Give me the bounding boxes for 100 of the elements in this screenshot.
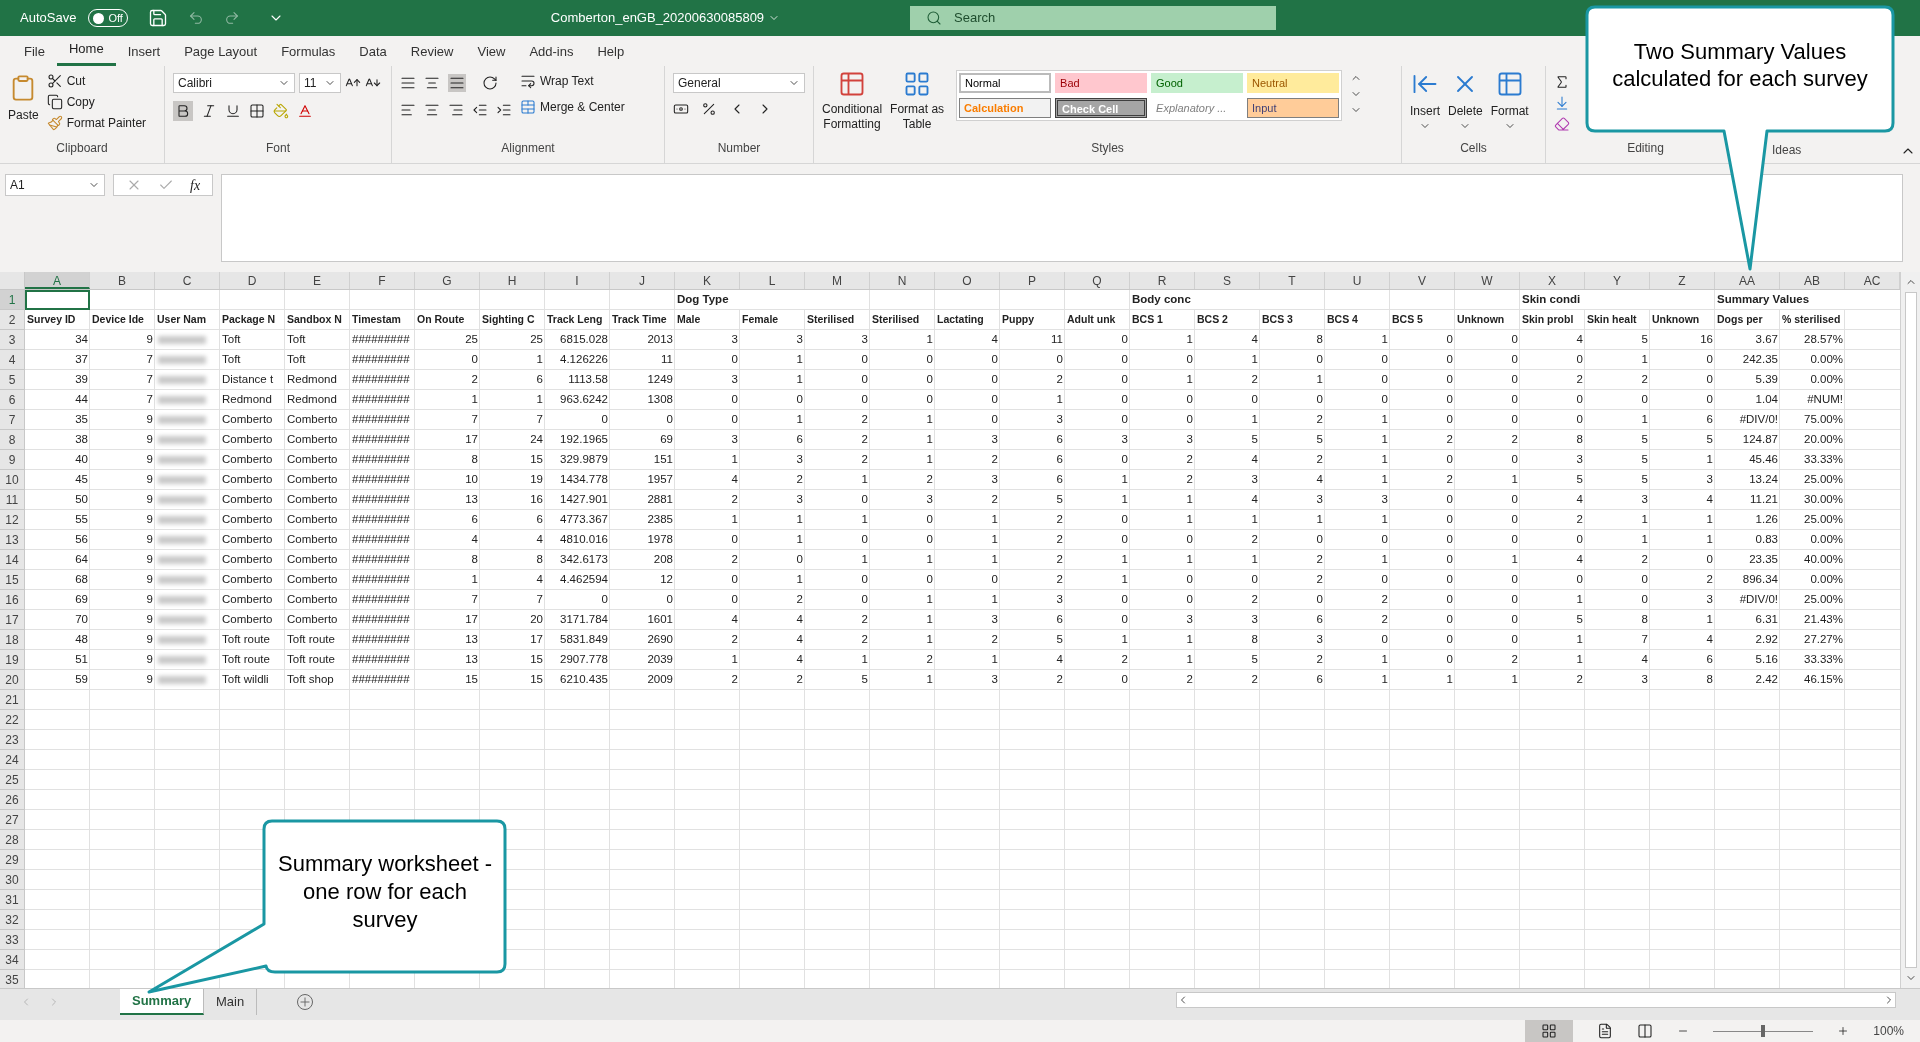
- eraser-icon[interactable]: [1554, 116, 1570, 132]
- menu-tab[interactable]: Review: [398, 41, 466, 66]
- fill-color-icon[interactable]: [273, 103, 289, 119]
- currency-icon[interactable]: [673, 101, 689, 117]
- column-header[interactable]: A: [25, 272, 90, 289]
- zoom-slider-thumb[interactable]: [1761, 1025, 1766, 1037]
- column-header[interactable]: E: [285, 272, 350, 289]
- row-header[interactable]: 15: [0, 570, 25, 590]
- row-header[interactable]: 11: [0, 490, 25, 510]
- column-header[interactable]: J: [610, 272, 675, 289]
- column-header[interactable]: I: [545, 272, 610, 289]
- cell-style-swatch[interactable]: Good: [1151, 73, 1244, 93]
- column-header[interactable]: N: [870, 272, 935, 289]
- row-header[interactable]: 7: [0, 410, 25, 430]
- top-align-icon[interactable]: [400, 75, 416, 91]
- menu-tab[interactable]: Insert: [115, 41, 173, 66]
- column-header[interactable]: V: [1390, 272, 1455, 289]
- column-header[interactable]: AA: [1715, 272, 1780, 289]
- column-header[interactable]: R: [1130, 272, 1195, 289]
- row-header[interactable]: 28: [0, 830, 25, 850]
- row-header[interactable]: 30: [0, 870, 25, 890]
- menu-tab[interactable]: Data: [347, 41, 399, 66]
- sheet-tab[interactable]: Main: [204, 989, 258, 1015]
- row-header[interactable]: 24: [0, 750, 25, 770]
- row-header[interactable]: 34: [0, 950, 25, 970]
- column-header[interactable]: Z: [1650, 272, 1715, 289]
- cells-button[interactable]: Insert: [1410, 70, 1440, 132]
- row-header[interactable]: 19: [0, 650, 25, 670]
- row-header[interactable]: 17: [0, 610, 25, 630]
- row-header[interactable]: 22: [0, 710, 25, 730]
- menu-tab[interactable]: Add-ins: [517, 41, 586, 66]
- column-header[interactable]: H: [480, 272, 545, 289]
- cell-style-swatch[interactable]: Normal: [959, 73, 1052, 93]
- font-color-icon[interactable]: [297, 103, 313, 119]
- row-header[interactable]: 3: [0, 330, 25, 350]
- row-header[interactable]: 14: [0, 550, 25, 570]
- column-header[interactable]: O: [935, 272, 1000, 289]
- borders-icon[interactable]: [249, 103, 265, 119]
- sheet-tab[interactable]: Summary: [120, 989, 204, 1015]
- column-header[interactable]: Q: [1065, 272, 1130, 289]
- bold-button[interactable]: [173, 101, 193, 121]
- row-header[interactable]: 12: [0, 510, 25, 530]
- font-name-dropdown[interactable]: Calibri: [173, 73, 295, 93]
- row-header[interactable]: 2: [0, 310, 25, 330]
- number-format-dropdown[interactable]: General: [673, 73, 805, 93]
- menu-tab[interactable]: Help: [585, 41, 637, 66]
- align-left-icon[interactable]: [400, 102, 416, 118]
- column-header[interactable]: G: [415, 272, 480, 289]
- fill-down-icon[interactable]: [1554, 95, 1570, 111]
- column-header[interactable]: M: [805, 272, 870, 289]
- column-header[interactable]: T: [1260, 272, 1325, 289]
- row-header[interactable]: 23: [0, 730, 25, 750]
- copy-button[interactable]: Copy: [46, 93, 147, 111]
- decrease-indent-icon[interactable]: [472, 102, 488, 118]
- column-header[interactable]: D: [220, 272, 285, 289]
- row-header[interactable]: 18: [0, 630, 25, 650]
- column-header[interactable]: B: [90, 272, 155, 289]
- zoom-in-icon[interactable]: [1837, 1025, 1850, 1037]
- cell-style-swatch[interactable]: Bad: [1055, 73, 1148, 93]
- row-header[interactable]: 27: [0, 810, 25, 830]
- column-header[interactable]: S: [1195, 272, 1260, 289]
- row-header[interactable]: 25: [0, 770, 25, 790]
- selected-cell[interactable]: [25, 290, 90, 310]
- row-header[interactable]: 16: [0, 590, 25, 610]
- row-header[interactable]: 9: [0, 450, 25, 470]
- wrap-text-button[interactable]: Wrap Text: [520, 72, 625, 90]
- cells-button[interactable]: Delete: [1448, 70, 1483, 132]
- orientation-icon[interactable]: [482, 75, 498, 91]
- menu-tab[interactable]: File: [12, 41, 57, 66]
- percent-icon[interactable]: [701, 101, 717, 117]
- underline-icon[interactable]: [225, 103, 241, 119]
- menu-tab[interactable]: Page Layout: [172, 41, 270, 66]
- insert-function-button[interactable]: fx: [190, 174, 201, 196]
- cell-style-swatch[interactable]: Neutral: [1247, 73, 1340, 93]
- align-center-icon[interactable]: [424, 102, 440, 118]
- row-header[interactable]: 5: [0, 370, 25, 390]
- italic-icon[interactable]: [201, 103, 217, 119]
- row-header[interactable]: 35: [0, 970, 25, 990]
- row-header[interactable]: 20: [0, 670, 25, 690]
- bottom-align-button[interactable]: [448, 74, 466, 92]
- merge-center-button[interactable]: Merge & Center: [520, 98, 625, 116]
- align-right-icon[interactable]: [448, 102, 464, 118]
- column-header[interactable]: X: [1520, 272, 1585, 289]
- cut-button[interactable]: Cut: [46, 72, 147, 90]
- column-header[interactable]: L: [740, 272, 805, 289]
- sum-icon[interactable]: [1554, 74, 1570, 90]
- zoom-slider[interactable]: [1713, 1025, 1814, 1037]
- row-header[interactable]: 31: [0, 890, 25, 910]
- row-header[interactable]: 32: [0, 910, 25, 930]
- search-field[interactable]: Search: [910, 6, 1277, 30]
- column-header[interactable]: K: [675, 272, 740, 289]
- column-header[interactable]: W: [1455, 272, 1520, 289]
- conditional-formatting-button[interactable]: Conditional Formatting: [822, 70, 883, 132]
- row-header[interactable]: 13: [0, 530, 25, 550]
- column-header[interactable]: F: [350, 272, 415, 289]
- column-header[interactable]: C: [155, 272, 220, 289]
- formula-input[interactable]: [221, 174, 1903, 262]
- row-header[interactable]: 4: [0, 350, 25, 370]
- format-painter-button[interactable]: Format Painter: [46, 114, 147, 132]
- middle-align-icon[interactable]: [424, 75, 440, 91]
